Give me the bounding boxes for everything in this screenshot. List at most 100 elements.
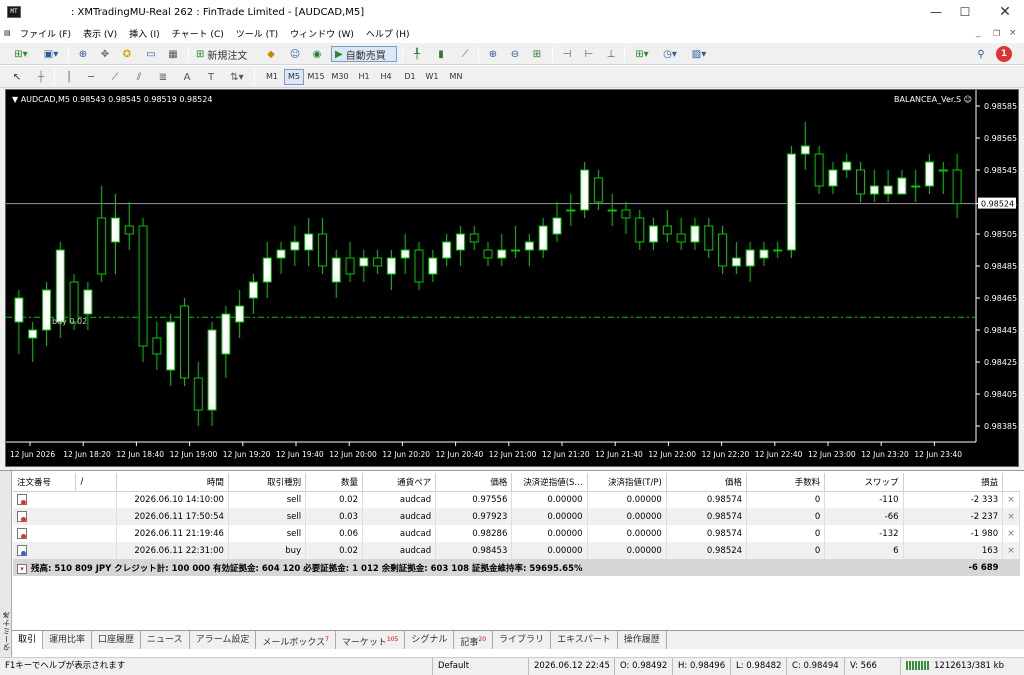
col-tp[interactable]: 決済指値(T/P) bbox=[587, 473, 667, 492]
col-type[interactable]: 取引種別 bbox=[228, 473, 307, 492]
timeframe-d1[interactable]: D1 bbox=[400, 69, 420, 85]
menu-window[interactable]: ウィンドウ (W) bbox=[284, 27, 360, 40]
col-current-price[interactable]: 価格 bbox=[666, 473, 748, 492]
tab-mailbox[interactable]: メールボックス7 bbox=[256, 631, 336, 649]
notification-badge[interactable]: 1 bbox=[996, 46, 1012, 62]
tab-experts[interactable]: エキスパート bbox=[551, 631, 618, 649]
timeframe-h1[interactable]: H1 bbox=[354, 69, 374, 85]
zoom-in-icon[interactable]: ⊕ bbox=[484, 46, 502, 62]
market-watch-icon[interactable]: ⊕ bbox=[74, 46, 92, 62]
tab-news[interactable]: ニュース bbox=[141, 631, 190, 649]
candle-body bbox=[386, 257, 396, 275]
timeframe-m1[interactable]: M1 bbox=[262, 69, 282, 85]
timeframe-h4[interactable]: H4 bbox=[376, 69, 396, 85]
tab-exposure[interactable]: 運用比率 bbox=[43, 631, 93, 649]
periods-icon[interactable]: ◷▾ bbox=[658, 46, 682, 62]
mdi-close-icon[interactable]: × bbox=[1009, 28, 1017, 38]
timeframe-mn[interactable]: MN bbox=[446, 69, 466, 85]
fibonacci-icon[interactable]: ≣ bbox=[154, 69, 172, 85]
status-connection[interactable]: 1212613/381 kb bbox=[900, 658, 1024, 675]
col-lots[interactable]: 数量 bbox=[305, 473, 363, 492]
close-order-icon[interactable]: × bbox=[1002, 542, 1020, 559]
menu-help[interactable]: ヘルプ (H) bbox=[360, 27, 416, 40]
col-time[interactable]: 時間 bbox=[116, 473, 229, 492]
tab-market[interactable]: マーケット105 bbox=[336, 631, 406, 649]
channel-icon[interactable]: ⫽ bbox=[130, 69, 148, 85]
metaeditor-icon[interactable]: ◆ bbox=[262, 46, 280, 62]
col-sort[interactable]: / bbox=[75, 473, 118, 492]
tester-icon[interactable]: ▦ bbox=[164, 46, 182, 62]
menu-tools[interactable]: ツール (T) bbox=[230, 27, 284, 40]
tab-signals[interactable]: シグナル bbox=[405, 631, 455, 649]
text-label-icon[interactable]: T bbox=[202, 69, 220, 85]
tile-windows-icon[interactable]: ⊞ bbox=[528, 46, 546, 62]
close-order-icon[interactable]: × bbox=[1002, 491, 1020, 508]
col-pl[interactable]: 損益 bbox=[903, 473, 1004, 492]
expert-advisor-label[interactable]: BALANCEA_Ver.S ☺ bbox=[894, 95, 972, 104]
tab-trade[interactable]: 取引 bbox=[12, 631, 44, 649]
horizontal-line-icon[interactable]: ─ bbox=[82, 69, 100, 85]
col-fee[interactable]: 手数料 bbox=[746, 473, 826, 492]
cursor-icon[interactable]: ↖ bbox=[8, 69, 26, 85]
new-order-button[interactable]: ⊞ 新規注文 bbox=[196, 46, 258, 62]
tab-account-history[interactable]: 口座履歴 bbox=[92, 631, 142, 649]
status-low: L: 0.98482 bbox=[730, 658, 786, 675]
arrows-icon[interactable]: ⇅▾ bbox=[224, 69, 250, 85]
timeframe-m15[interactable]: M15 bbox=[306, 69, 326, 85]
col-sl[interactable]: 決済逆指値(S... bbox=[511, 473, 588, 492]
col-price[interactable]: 価格 bbox=[435, 473, 513, 492]
tab-journal[interactable]: 操作履歴 bbox=[618, 631, 667, 649]
grid-icon[interactable]: ⊥ bbox=[602, 46, 620, 62]
auto-scroll-icon[interactable]: ⊢ bbox=[580, 46, 598, 62]
table-row[interactable]: 2026.06.11 22:31:00 buy 0.02 audcad 0.98… bbox=[13, 542, 1020, 559]
maximize-button[interactable]: ☐ bbox=[949, 0, 981, 24]
col-swap[interactable]: スワップ bbox=[824, 473, 904, 492]
table-row[interactable]: 2026.06.11 21:19:46 sell 0.06 audcad 0.9… bbox=[13, 525, 1020, 542]
close-order-icon[interactable]: × bbox=[1002, 508, 1020, 525]
data-window-icon[interactable]: ✥ bbox=[96, 46, 114, 62]
mdi-restore-icon[interactable]: ❐ bbox=[993, 29, 1000, 38]
timeframe-w1[interactable]: W1 bbox=[422, 69, 442, 85]
zoom-out-icon[interactable]: ⊖ bbox=[506, 46, 524, 62]
close-button[interactable]: ✕ bbox=[989, 0, 1021, 24]
chat-icon[interactable]: ☺ bbox=[286, 46, 304, 62]
chart-shift-icon[interactable]: ⊣ bbox=[558, 46, 576, 62]
table-row[interactable]: 2026.06.11 17:50:54 sell 0.03 audcad 0.9… bbox=[13, 508, 1020, 525]
tab-library[interactable]: ライブラリ bbox=[493, 631, 552, 649]
signals-icon[interactable]: ◉ bbox=[308, 46, 326, 62]
vertical-line-icon[interactable]: │ bbox=[60, 69, 78, 85]
mdi-minimize-icon[interactable]: _ bbox=[976, 28, 981, 38]
menu-file[interactable]: ファイル (F) bbox=[14, 27, 77, 40]
col-order[interactable]: 注文番号 bbox=[13, 473, 77, 492]
candlestick-icon[interactable]: ▮ bbox=[432, 46, 450, 62]
minimize-button[interactable]: — bbox=[920, 0, 952, 24]
search-icon[interactable]: ⚲ bbox=[972, 46, 990, 62]
chart-doc-icon[interactable]: ▤ bbox=[4, 29, 14, 37]
tab-articles[interactable]: 記事20 bbox=[454, 631, 494, 649]
bar-chart-icon[interactable]: ╀ bbox=[408, 46, 426, 62]
auto-trade-button[interactable]: ▶ 自動売買 bbox=[331, 46, 397, 62]
price-chart[interactable]: 0.98585 0.98565 0.98545 0.98524 0.98505 0.984… bbox=[5, 89, 1019, 467]
timeframe-m30[interactable]: M30 bbox=[330, 69, 350, 85]
table-row[interactable]: 2026.06.10 14:10:00 sell 0.02 audcad 0.9… bbox=[13, 491, 1020, 508]
trendline-icon[interactable]: ⟋ bbox=[106, 69, 124, 85]
close-order-icon[interactable]: × bbox=[1002, 525, 1020, 542]
new-chart-icon[interactable]: ⊞▾ bbox=[8, 46, 34, 62]
crosshair-icon[interactable]: ┼ bbox=[32, 69, 50, 85]
indicators-icon[interactable]: ⊞▾ bbox=[630, 46, 654, 62]
status-profile[interactable]: Default bbox=[432, 658, 528, 675]
col-pair[interactable]: 通貨ペア bbox=[362, 473, 437, 492]
navigator-icon[interactable]: ✪ bbox=[118, 46, 136, 62]
menu-view[interactable]: 表示 (V) bbox=[77, 27, 123, 40]
line-chart-icon[interactable]: ⟋ bbox=[456, 46, 474, 62]
profiles-icon[interactable]: ▣▾ bbox=[38, 46, 64, 62]
text-icon[interactable]: A bbox=[178, 69, 196, 85]
terminal-icon[interactable]: ▭ bbox=[142, 46, 160, 62]
menu-chart[interactable]: チャート (C) bbox=[166, 27, 230, 40]
candle-body bbox=[524, 241, 534, 251]
templates-icon[interactable]: ▨▾ bbox=[686, 46, 712, 62]
menu-insert[interactable]: 挿入 (I) bbox=[123, 27, 166, 40]
chart-canvas[interactable]: 0.98585 0.98565 0.98545 0.98524 0.98505 0.984… bbox=[6, 90, 1018, 466]
timeframe-m5[interactable]: M5 bbox=[284, 69, 304, 85]
tab-alerts[interactable]: アラーム設定 bbox=[190, 631, 257, 649]
